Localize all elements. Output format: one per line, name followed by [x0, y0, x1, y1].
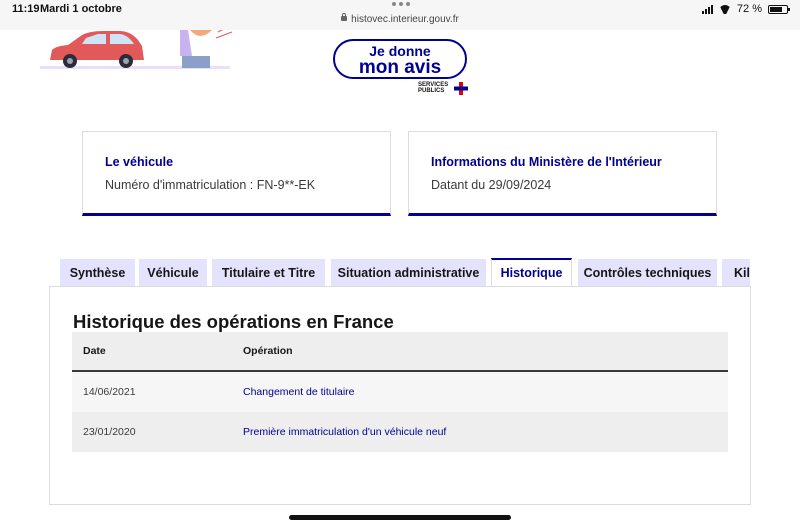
tab-synthese[interactable]: Synthèse: [60, 259, 135, 287]
table-row: 14/06/2021 Changement de titulaire: [72, 372, 728, 412]
row-date: 23/01/2020: [83, 426, 136, 438]
tab-label: Synthèse: [69, 266, 126, 280]
table-row: 23/01/2020 Première immatriculation d'un…: [72, 412, 728, 452]
vehicle-card-title: Le véhicule: [105, 155, 174, 169]
registration-number: Numéro d'immatriculation : FN-9**-EK: [105, 178, 316, 192]
ministry-info-card: Informations du Ministère de l'Intérieur…: [408, 131, 717, 216]
battery-percent: 72 %: [736, 3, 762, 15]
lock-icon: [341, 13, 348, 21]
services-publics-logo: SERVICES PUBLICS: [418, 82, 448, 94]
feedback-button[interactable]: Je donne mon avis: [333, 39, 467, 79]
tab-situation-administrative[interactable]: Situation administrative: [331, 259, 486, 287]
history-panel: Historique des opérations en France Date…: [49, 286, 751, 505]
car-illustration: [40, 30, 240, 72]
vehicle-card: Le véhicule Numéro d'immatriculation : F…: [82, 131, 391, 216]
row-date: 14/06/2021: [83, 386, 136, 398]
row-operation-link[interactable]: Changement de titulaire: [243, 386, 355, 398]
column-header-operation: Opération: [243, 345, 293, 357]
tab-controles-techniques[interactable]: Contrôles techniques: [578, 259, 717, 287]
history-title: Historique des opérations en France: [73, 311, 394, 332]
tab-historique[interactable]: Historique: [491, 258, 572, 287]
ministry-card-title: Informations du Ministère de l'Intérieur: [431, 155, 662, 169]
row-operation-link[interactable]: Première immatriculation d'un véhicule n…: [243, 426, 446, 438]
tab-kilometrage[interactable]: Kilométrage: [722, 259, 750, 287]
battery-icon: [768, 4, 790, 14]
status-bar: 11:19 Mardi 1 octobre histovec.interieur…: [0, 0, 800, 30]
signal-icon: [701, 4, 713, 14]
tab-label: Historique: [500, 266, 563, 280]
feedback-button-line2: mon avis: [358, 57, 442, 78]
tab-titulaire-titre[interactable]: Titulaire et Titre: [212, 259, 325, 287]
tab-label: Contrôles techniques: [583, 266, 712, 280]
data-date: Datant du 29/09/2024: [431, 178, 552, 192]
status-indicators: 72 %: [701, 3, 790, 15]
table-header: Date Opération: [72, 332, 728, 372]
home-indicator[interactable]: [289, 515, 511, 520]
tab-label: Situation administrative: [337, 266, 480, 280]
services-publics-plus-icon: [454, 82, 468, 95]
tab-vehicule[interactable]: Véhicule: [139, 259, 207, 287]
url-text: histovec.interieur.gouv.fr: [351, 14, 459, 25]
battery-level: [770, 6, 782, 12]
multitasking-dots-icon[interactable]: [392, 2, 410, 8]
address-bar[interactable]: histovec.interieur.gouv.fr: [0, 13, 800, 25]
wifi-icon: [719, 5, 731, 14]
history-table: Date Opération 14/06/2021 Changement de …: [72, 332, 728, 452]
tab-bar: Synthèse Véhicule Titulaire et Titre Sit…: [60, 258, 750, 287]
services-logo-line2: PUBLICS: [418, 88, 445, 94]
feedback-button-line1: Je donne: [369, 43, 431, 59]
tab-label: Kilométrage: [734, 266, 750, 280]
tab-label: Titulaire et Titre: [221, 266, 316, 280]
tab-label: Véhicule: [147, 266, 199, 280]
column-header-date: Date: [83, 345, 106, 357]
